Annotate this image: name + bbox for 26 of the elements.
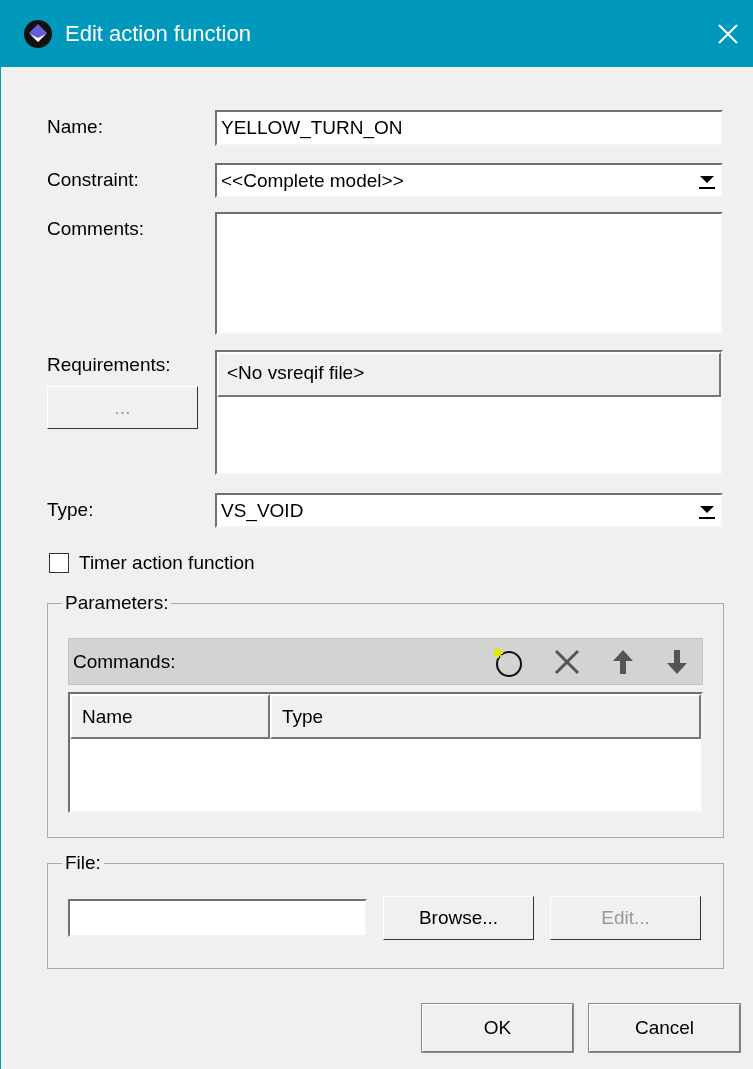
close-icon[interactable] <box>717 22 739 45</box>
field-label: Constraint: <box>47 168 140 192</box>
field-label: Name: <box>47 115 104 139</box>
requirements-list[interactable]: <No vsreqif file> <box>215 350 723 475</box>
checkbox-label[interactable]: Timer action function <box>79 552 255 574</box>
window-title: Edit action function <box>65 20 252 47</box>
checkbox[interactable] <box>49 553 69 573</box>
dropdown[interactable]: VS_VOID <box>215 493 723 528</box>
file-path-field[interactable] <box>68 899 367 937</box>
comments-field[interactable] <box>215 212 723 335</box>
add-icon[interactable] <box>492 645 524 678</box>
list-header: <No vsreqif file> <box>217 352 721 397</box>
group-legend: File: <box>62 852 104 874</box>
column-header[interactable]: Name <box>70 694 270 739</box>
toolbar-label: Commands: <box>73 650 177 673</box>
input-field[interactable]: YELLOW_TURN_ON <box>215 110 723 146</box>
browse-button[interactable]: Browse... <box>383 896 534 940</box>
cancel-button[interactable]: Cancel <box>589 1004 740 1052</box>
field-label: Comments: <box>47 217 146 241</box>
field-label: Requirements: <box>47 353 172 376</box>
column-header[interactable]: Type <box>270 694 701 739</box>
ok-button[interactable]: OK <box>422 1004 573 1052</box>
field-label: Type: <box>47 498 95 522</box>
app-logo-icon <box>23 18 53 49</box>
dropdown[interactable]: <<Complete model>> <box>215 163 723 198</box>
group-legend: Parameters: <box>62 592 172 614</box>
